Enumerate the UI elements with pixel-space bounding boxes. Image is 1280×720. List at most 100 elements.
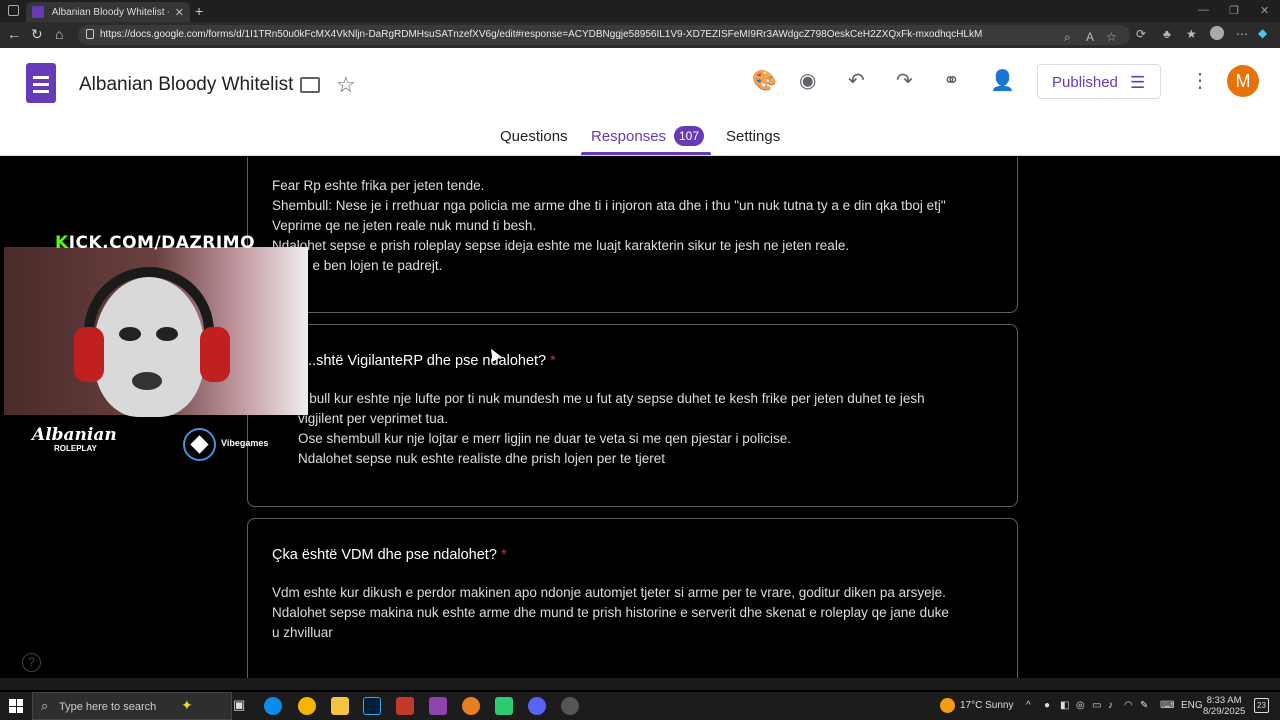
link-icon[interactable]: ⚭: [943, 68, 960, 93]
copilot-icon[interactable]: ◆: [1258, 26, 1267, 40]
tab-responses[interactable]: Responses: [591, 128, 666, 145]
search-placeholder: Type here to search: [59, 701, 157, 713]
published-button[interactable]: Published ☰: [1037, 64, 1161, 99]
tray-icon[interactable]: ▭: [1092, 700, 1101, 711]
answer-line: Ndalohet sepse nuk eshte realiste dhe pr…: [298, 451, 665, 466]
app-icon[interactable]: [396, 697, 414, 715]
star-icon[interactable]: ☆: [336, 72, 356, 98]
response-card: Çka është VDM dhe pse ndalohet? * Vdm es…: [247, 518, 1018, 678]
tray-icon[interactable]: ◧: [1060, 700, 1069, 711]
app-icon[interactable]: [429, 697, 447, 715]
avatar[interactable]: M: [1227, 65, 1259, 97]
help-icon[interactable]: ?: [22, 653, 41, 672]
keyboard-icon[interactable]: ⌨: [1160, 700, 1174, 711]
tab-questions[interactable]: Questions: [500, 128, 568, 145]
question-text: ...shtë VigilanteRP dhe pse ndalohet?: [304, 353, 547, 369]
answer-text: Fear Rp eshte frika per jeten tende. She…: [272, 176, 1012, 276]
discord-icon[interactable]: [528, 697, 546, 715]
tune-icon: ☰: [1130, 73, 1146, 92]
photoshop-icon[interactable]: [363, 697, 381, 715]
eye-icon[interactable]: ◉: [799, 68, 816, 93]
tray-icon[interactable]: ✎: [1140, 700, 1148, 711]
vibegames-logo-icon: [183, 428, 216, 461]
new-tab-icon[interactable]: +: [195, 3, 203, 19]
language-indicator[interactable]: ENG: [1181, 700, 1203, 711]
undo-icon[interactable]: ↶: [848, 68, 865, 93]
published-label: Published: [1052, 74, 1118, 91]
windows-start-icon[interactable]: [9, 699, 23, 713]
extension-icon[interactable]: ♣: [1163, 27, 1171, 41]
tray-chevron-icon[interactable]: ^: [1026, 700, 1031, 711]
clock-time: 8:33 AM: [1206, 695, 1242, 706]
close-window-icon[interactable]: ✕: [1260, 4, 1269, 17]
webcam-overlay: [4, 247, 308, 417]
form-title[interactable]: Albanian Bloody Whitelist: [79, 74, 293, 96]
app-icon[interactable]: [495, 697, 513, 715]
answer-line: ...shtu e ben lojen te padrejt.: [272, 258, 443, 273]
network-icon[interactable]: ◠: [1124, 700, 1133, 711]
tray-icon[interactable]: ●: [1044, 700, 1050, 711]
tray-icon[interactable]: ◎: [1076, 700, 1085, 711]
address-bar[interactable]: https://docs.google.com/forms/d/1I1TRn50…: [78, 25, 1130, 45]
favorite-icon[interactable]: ☆: [1106, 30, 1117, 44]
folder-icon[interactable]: [300, 77, 320, 93]
headphone-cup-shape: [74, 327, 104, 382]
kick-channel-banner: KICK.COM/DAZRIMO: [55, 233, 256, 253]
balaclava-head-shape: [94, 277, 204, 417]
answer-text: ...bull kur eshte nje lufte por ti nuk m…: [298, 389, 1038, 469]
home-icon[interactable]: ⌂: [55, 26, 63, 42]
question-title: Çka është VDM dhe pse ndalohet? *: [272, 547, 507, 563]
favorites-icon[interactable]: ★: [1186, 27, 1197, 41]
clock-date: 8/29/2025: [1203, 706, 1246, 717]
question-text: Çka është VDM dhe pse ndalohet?: [272, 547, 497, 563]
clock[interactable]: 8:33 AM 8/29/2025: [1203, 695, 1245, 717]
answer-line: Fear Rp eshte frika per jeten tende.: [272, 178, 485, 193]
answer-line: Shembull: Nese je i rrethuar nga policia…: [272, 198, 946, 213]
horizontal-scrollbar[interactable]: [0, 678, 1280, 690]
answer-text: Vdm eshte kur dikush e perdor makinen ap…: [272, 583, 1012, 643]
lock-icon: [86, 29, 94, 39]
response-card: Fear Rp eshte frika per jeten tende. She…: [247, 157, 1018, 313]
browser-tab-bar: Albanian Bloody Whitelist - Google Forms…: [0, 0, 1280, 22]
answer-line: Veprime qe ne jeten reale nuk mund ti be…: [272, 218, 537, 233]
answer-line: ...bull kur eshte nje lufte por ti nuk m…: [298, 391, 925, 406]
browser-tab[interactable]: Albanian Bloody Whitelist - Google Forms…: [26, 2, 190, 22]
headphone-cup-shape: [200, 327, 230, 382]
extensions-icon[interactable]: ⟳: [1136, 27, 1146, 41]
read-aloud-icon[interactable]: A: [1086, 30, 1094, 44]
edge-icon[interactable]: [264, 697, 282, 715]
url-text: https://docs.google.com/forms/d/1I1TRn50…: [100, 29, 983, 40]
tab-close-icon[interactable]: ✕: [175, 6, 184, 19]
search-icon: ⌕: [41, 698, 49, 713]
task-view-icon[interactable]: ▣: [233, 697, 251, 715]
reload-icon[interactable]: ↻: [31, 26, 43, 43]
forms-favicon-icon: [32, 6, 44, 18]
tab-settings[interactable]: Settings: [726, 128, 780, 145]
app-icon[interactable]: [462, 697, 480, 715]
forms-logo-icon[interactable]: [26, 63, 56, 103]
response-card: ...shtë VigilanteRP dhe pse ndalohet? * …: [247, 324, 1018, 507]
redo-icon[interactable]: ↷: [896, 68, 913, 93]
zoom-icon[interactable]: ⌕: [1064, 30, 1071, 45]
taskbar-search[interactable]: ⌕ Type here to search ✦: [32, 692, 232, 720]
app-icon[interactable]: [561, 697, 579, 715]
add-person-icon[interactable]: 👤: [990, 68, 1015, 93]
response-count-badge: 107: [674, 126, 704, 146]
settings-more-icon[interactable]: ⋯: [1236, 27, 1248, 41]
notifications-icon[interactable]: 23: [1254, 698, 1269, 713]
back-icon[interactable]: ←: [7, 26, 21, 42]
maximize-icon[interactable]: ❐: [1229, 4, 1239, 17]
profile-icon[interactable]: [1210, 26, 1224, 40]
minimize-icon[interactable]: —: [1198, 4, 1209, 16]
chrome-icon[interactable]: [298, 697, 316, 715]
volume-icon[interactable]: ♪: [1108, 700, 1113, 711]
tab-actions-icon[interactable]: [8, 5, 19, 16]
search-highlight-icon: ✦: [181, 697, 193, 713]
answer-line: u zhvilluar: [272, 625, 333, 640]
weather-text[interactable]: 17°C Sunny: [960, 700, 1013, 711]
answer-line: Ndalohet sepse e prish roleplay sepse id…: [272, 238, 850, 253]
palette-icon[interactable]: 🎨: [752, 68, 777, 93]
more-vert-icon[interactable]: ⋮: [1190, 68, 1210, 93]
weather-icon[interactable]: [940, 698, 955, 713]
file-explorer-icon[interactable]: [331, 697, 349, 715]
